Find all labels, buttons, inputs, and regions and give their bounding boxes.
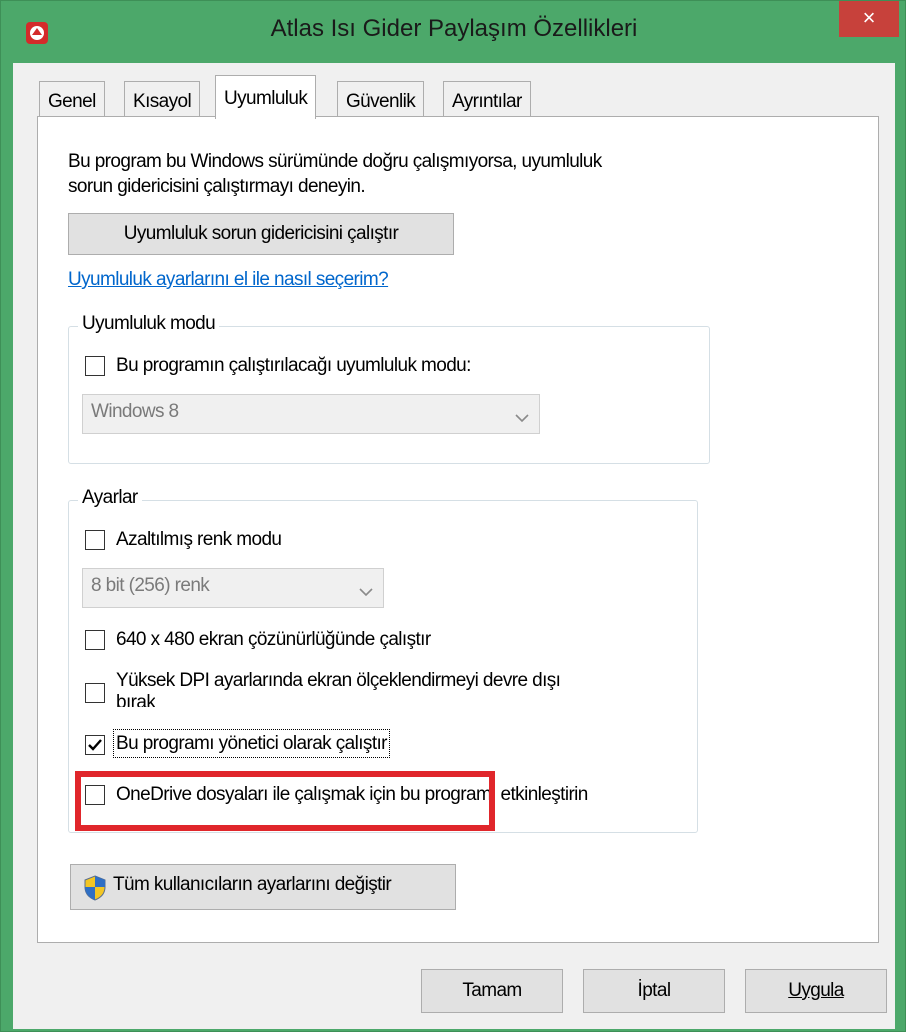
compat-mode-checkbox[interactable] [85, 356, 105, 376]
reduced-color-checkbox[interactable] [85, 530, 105, 550]
resolution-label: 640 x 480 ekran çözünürlüğünde çalıştır [116, 629, 431, 650]
close-icon: × [862, 5, 876, 30]
compat-os-value: Windows 8 [91, 401, 179, 422]
ok-button[interactable]: Tamam [421, 969, 563, 1013]
dialog-body: Genel Kısayol Uyumluluk Güvenlik Ayrıntı… [13, 63, 895, 1029]
resolution-checkbox[interactable] [85, 630, 105, 650]
dpi-scaling-label-line2: bırak [116, 692, 156, 707]
tab-security[interactable]: Güvenlik [337, 81, 425, 117]
color-depth-select[interactable]: 8 bit (256) renk [82, 568, 384, 608]
compatibility-panel: Bu program bu Windows sürümünde doğru ça… [37, 116, 879, 943]
dpi-scaling-label-line1: Yüksek DPI ayarlarında ekran ölçeklendir… [116, 670, 561, 691]
compat-mode-legend: Uyumluluk modu [78, 313, 220, 335]
checkmark-icon [88, 739, 102, 751]
onedrive-label: OneDrive dosyaları ile çalışmak için bu … [116, 784, 588, 805]
tab-shortcut[interactable]: Kısayol [124, 81, 201, 117]
settings-legend: Ayarlar [78, 487, 142, 509]
run-as-admin-checkbox[interactable] [85, 735, 105, 755]
close-button[interactable]: × [839, 1, 899, 37]
intro-text-line1: Bu program bu Windows sürümünde doğru ça… [68, 151, 602, 172]
window-title: Atlas Isı Gider Paylaşım Özellikleri [270, 15, 638, 42]
cancel-button[interactable]: İptal [583, 969, 725, 1013]
change-all-users-button[interactable]: Tüm kullanıcıların ayarlarını değiştir [70, 864, 456, 910]
properties-window: Atlas Isı Gider Paylaşım Özellikleri × G… [0, 0, 906, 1032]
uac-shield-icon [83, 875, 107, 907]
chevron-down-icon [359, 581, 373, 603]
manual-settings-link[interactable]: Uyumluluk ayarlarını el ile nasıl seçeri… [68, 269, 389, 291]
compat-os-select[interactable]: Windows 8 [82, 394, 540, 434]
dpi-scaling-checkbox[interactable] [85, 683, 105, 703]
intro-text-line2: sorun gidericisini çalıştırmayı deneyin. [68, 176, 366, 197]
tab-compatibility[interactable]: Uyumluluk [215, 75, 317, 119]
tab-general[interactable]: Genel [39, 81, 105, 117]
color-depth-value: 8 bit (256) renk [91, 575, 210, 596]
run-troubleshooter-button[interactable]: Uyumluluk sorun gidericisini çalıştır [68, 213, 454, 255]
reduced-color-label: Azaltılmış renk modu [116, 529, 282, 550]
onedrive-checkbox[interactable] [85, 785, 105, 805]
change-all-users-label: Tüm kullanıcıların ayarlarını değiştir [113, 874, 392, 895]
tab-details[interactable]: Ayrıntılar [443, 81, 531, 117]
apply-button[interactable]: Uygula [745, 969, 887, 1013]
chevron-down-icon [515, 407, 529, 429]
compat-mode-label: Bu programın çalıştırılacağı uyumluluk m… [116, 355, 471, 376]
run-as-admin-label: Bu programı yönetici olarak çalıştır [113, 729, 390, 758]
title-bar[interactable]: Atlas Isı Gider Paylaşım Özellikleri × [1, 1, 906, 63]
